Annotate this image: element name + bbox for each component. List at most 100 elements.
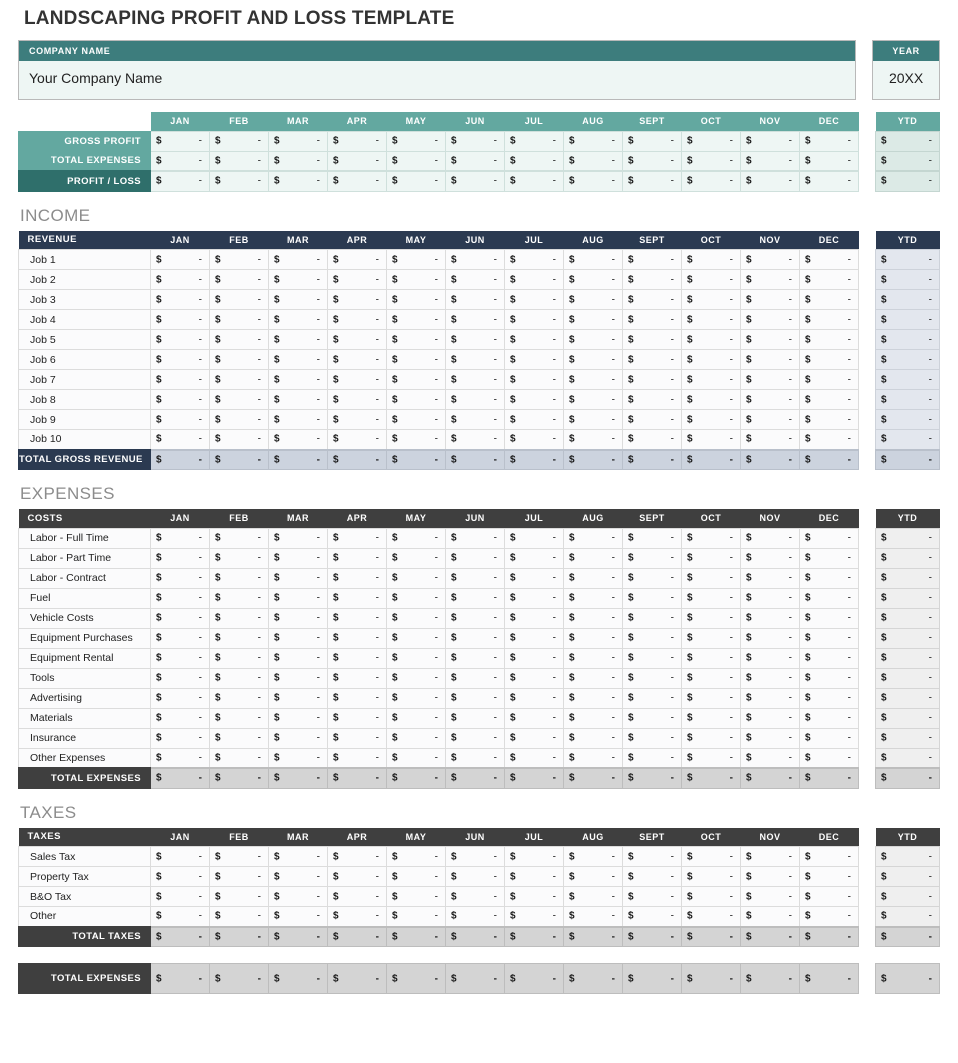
cell-mar[interactable]: $ -: [268, 389, 328, 410]
cell-aug[interactable]: $ -: [563, 309, 623, 330]
ytd-cell[interactable]: $ -: [875, 627, 940, 649]
cell-jul[interactable]: $ -: [504, 647, 564, 669]
cell-feb[interactable]: $ -: [209, 409, 269, 430]
row-label[interactable]: Job 9: [18, 409, 151, 430]
cell-aug[interactable]: $ -: [563, 429, 623, 450]
cell-oct[interactable]: $ -: [681, 866, 741, 887]
summary-cell-apr[interactable]: $ -: [327, 170, 387, 192]
cell-jan[interactable]: $ -: [150, 707, 210, 729]
cell-jun[interactable]: $ -: [445, 309, 505, 330]
cell-oct[interactable]: $ -: [681, 906, 741, 927]
cell-may[interactable]: $ -: [386, 667, 446, 689]
cell-dec[interactable]: $ -: [799, 309, 859, 330]
cell-jul[interactable]: $ -: [504, 329, 564, 350]
cell-may[interactable]: $ -: [386, 349, 446, 370]
cell-jan[interactable]: $ -: [150, 429, 210, 450]
row-label[interactable]: Sales Tax: [18, 846, 151, 867]
cell-may[interactable]: $ -: [386, 866, 446, 887]
cell-jul[interactable]: $ -: [504, 886, 564, 907]
cell-mar[interactable]: $ -: [268, 747, 328, 769]
cell-dec[interactable]: $ -: [799, 389, 859, 410]
cell-may[interactable]: $ -: [386, 906, 446, 927]
total-cell-may[interactable]: $ -: [386, 925, 446, 947]
cell-apr[interactable]: $ -: [327, 707, 387, 729]
cell-oct[interactable]: $ -: [681, 886, 741, 907]
cell-feb[interactable]: $ -: [209, 587, 269, 609]
cell-aug[interactable]: $ -: [563, 547, 623, 569]
cell-jun[interactable]: $ -: [445, 349, 505, 370]
cell-apr[interactable]: $ -: [327, 627, 387, 649]
cell-apr[interactable]: $ -: [327, 886, 387, 907]
cell-apr[interactable]: $ -: [327, 906, 387, 927]
summary-cell-jun[interactable]: $ -: [445, 150, 505, 172]
cell-apr[interactable]: $ -: [327, 587, 387, 609]
total-cell-oct[interactable]: $ -: [681, 925, 741, 947]
grand-total-ytd-cell[interactable]: $ -: [875, 963, 940, 994]
cell-may[interactable]: $ -: [386, 329, 446, 350]
cell-dec[interactable]: $ -: [799, 627, 859, 649]
ytd-cell[interactable]: $ -: [875, 329, 940, 350]
cell-sept[interactable]: $ -: [622, 906, 682, 927]
ytd-cell[interactable]: $ -: [875, 389, 940, 410]
cell-jan[interactable]: $ -: [150, 846, 210, 867]
cell-oct[interactable]: $ -: [681, 667, 741, 689]
cell-aug[interactable]: $ -: [563, 329, 623, 350]
total-cell-aug[interactable]: $ -: [563, 767, 623, 789]
cell-mar[interactable]: $ -: [268, 866, 328, 887]
total-cell-jan[interactable]: $ -: [150, 925, 210, 947]
cell-sept[interactable]: $ -: [622, 647, 682, 669]
total-cell-nov[interactable]: $ -: [740, 767, 800, 789]
total-cell-aug[interactable]: $ -: [563, 925, 623, 947]
row-label[interactable]: Advertising: [18, 687, 151, 709]
cell-jul[interactable]: $ -: [504, 369, 564, 390]
cell-feb[interactable]: $ -: [209, 886, 269, 907]
ytd-cell[interactable]: $ -: [875, 289, 940, 310]
cell-nov[interactable]: $ -: [740, 906, 800, 927]
ytd-cell[interactable]: $ -: [875, 527, 940, 549]
cell-may[interactable]: $ -: [386, 309, 446, 330]
cell-dec[interactable]: $ -: [799, 547, 859, 569]
cell-aug[interactable]: $ -: [563, 906, 623, 927]
cell-jan[interactable]: $ -: [150, 727, 210, 749]
cell-dec[interactable]: $ -: [799, 747, 859, 769]
cell-feb[interactable]: $ -: [209, 369, 269, 390]
grand-total-cell-mar[interactable]: $ -: [268, 963, 328, 994]
summary-cell-mar[interactable]: $ -: [268, 170, 328, 192]
row-label[interactable]: Job 8: [18, 389, 151, 410]
cell-feb[interactable]: $ -: [209, 906, 269, 927]
cell-jan[interactable]: $ -: [150, 567, 210, 589]
cell-aug[interactable]: $ -: [563, 607, 623, 629]
cell-oct[interactable]: $ -: [681, 747, 741, 769]
cell-mar[interactable]: $ -: [268, 727, 328, 749]
cell-apr[interactable]: $ -: [327, 269, 387, 290]
cell-jan[interactable]: $ -: [150, 906, 210, 927]
summary-cell-aug[interactable]: $ -: [563, 170, 623, 192]
ytd-cell[interactable]: $ -: [875, 547, 940, 569]
summary-cell-dec[interactable]: $ -: [799, 130, 859, 152]
cell-jan[interactable]: $ -: [150, 607, 210, 629]
cell-jun[interactable]: $ -: [445, 647, 505, 669]
cell-jan[interactable]: $ -: [150, 269, 210, 290]
cell-dec[interactable]: $ -: [799, 687, 859, 709]
cell-may[interactable]: $ -: [386, 249, 446, 270]
cell-nov[interactable]: $ -: [740, 309, 800, 330]
ytd-cell[interactable]: $ -: [875, 567, 940, 589]
summary-cell-oct[interactable]: $ -: [681, 170, 741, 192]
ytd-cell[interactable]: $ -: [875, 409, 940, 430]
cell-nov[interactable]: $ -: [740, 349, 800, 370]
cell-aug[interactable]: $ -: [563, 647, 623, 669]
cell-aug[interactable]: $ -: [563, 249, 623, 270]
cell-oct[interactable]: $ -: [681, 369, 741, 390]
cell-jun[interactable]: $ -: [445, 269, 505, 290]
cell-may[interactable]: $ -: [386, 727, 446, 749]
total-cell-jun[interactable]: $ -: [445, 767, 505, 789]
summary-cell-sept[interactable]: $ -: [622, 170, 682, 192]
cell-jun[interactable]: $ -: [445, 409, 505, 430]
cell-may[interactable]: $ -: [386, 846, 446, 867]
row-label[interactable]: Equipment Rental: [18, 647, 151, 669]
cell-aug[interactable]: $ -: [563, 846, 623, 867]
summary-cell-feb[interactable]: $ -: [209, 150, 269, 172]
cell-jun[interactable]: $ -: [445, 747, 505, 769]
summary-cell-aug[interactable]: $ -: [563, 150, 623, 172]
cell-oct[interactable]: $ -: [681, 389, 741, 410]
